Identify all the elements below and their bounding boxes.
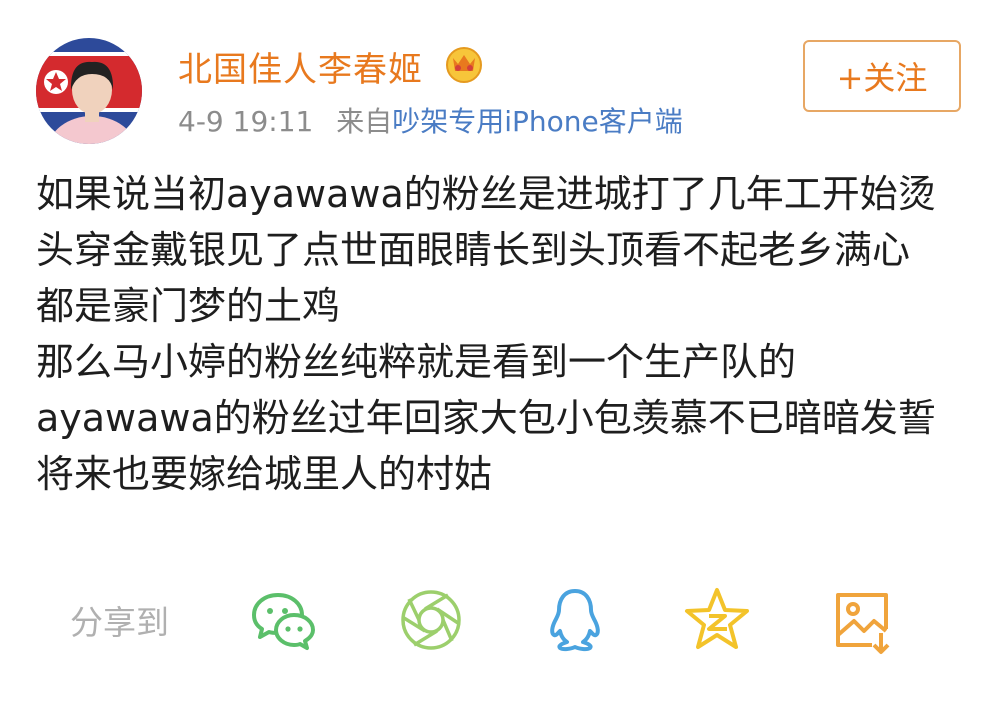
post-text: 如果说当初ayawawa的粉丝是进城打了几年工开始烫 头穿金戴银见了点世面眼睛长… [36, 166, 976, 502]
follow-button[interactable]: +关注 [803, 40, 961, 112]
post-meta: 4-9 19:11 来自吵架专用iPhone客户端 [178, 100, 683, 140]
post-line: 如果说当初ayawawa的粉丝是进城打了几年工开始烫 [36, 172, 936, 216]
wechat-icon[interactable] [250, 585, 320, 655]
author-name[interactable]: 北国佳人李春姬 [178, 42, 423, 91]
crown-badge-icon [444, 44, 484, 84]
post-line: ayawawa的粉丝过年回家大包小包羡慕不已暗暗发誓 [36, 396, 936, 440]
avatar[interactable] [36, 38, 142, 144]
source-prefix: 来自 [336, 105, 393, 138]
post-line: 都是豪门梦的土鸡 [36, 284, 341, 328]
post-line: 头穿金戴银见了点世面眼睛长到头顶看不起老乡满心 [36, 228, 911, 272]
qzone-icon[interactable] [682, 585, 752, 655]
post-time: 4-9 19:11 [178, 105, 314, 138]
post-line: 将来也要嫁给城里人的村姑 [36, 452, 493, 496]
moments-icon[interactable] [396, 585, 466, 655]
save-image-icon[interactable] [828, 585, 898, 655]
post-line: 那么马小婷的粉丝纯粹就是看到一个生产队的 [36, 340, 797, 384]
share-label: 分享到 [70, 603, 169, 642]
source-link[interactable]: 吵架专用iPhone客户端 [392, 105, 683, 138]
qq-icon[interactable] [540, 585, 610, 655]
